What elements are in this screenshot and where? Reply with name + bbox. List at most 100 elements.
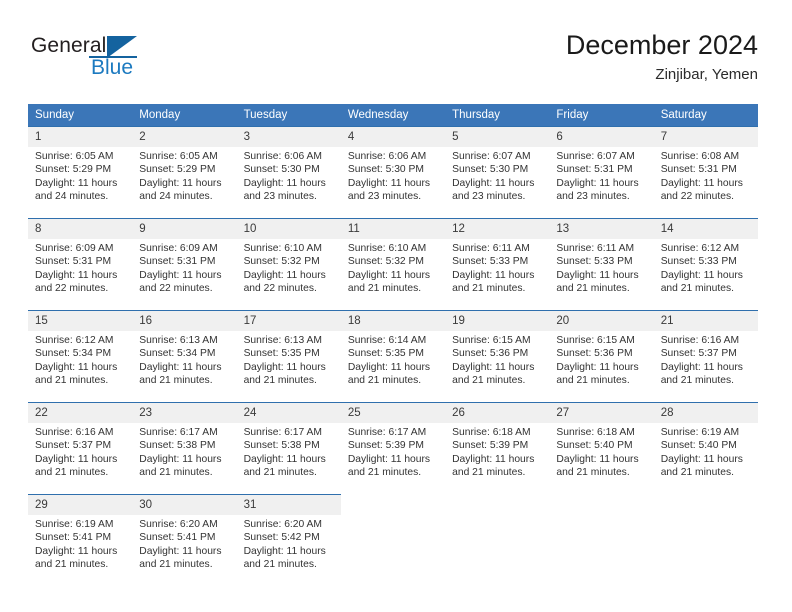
sunset-text: Sunset: 5:30 PM [347,164,424,176]
calendar-day-cell[interactable]: 10 Sunrise: 6:10 AM Sunset: 5:32 PM Dayligh… [236,218,341,304]
day-number: 22 [28,403,133,423]
calendar-day-cell[interactable]: 24 Sunrise: 6:17 AM Sunset: 5:38 PM Dayligh… [236,402,341,488]
day-sun-info: Sunrise: 6:16 AM Sunset: 5:37 PM Daylight:… [654,331,758,394]
day-cell-content: 19 Sunrise: 6:15 AM Sunset: 5:36 PM Dayligh… [445,310,550,396]
calendar-day-cell[interactable]: 26 Sunrise: 6:18 AM Sunset: 5:39 PM Dayligh… [445,402,550,488]
calendar-day-cell[interactable]: 15 Sunrise: 6:12 AM Sunset: 5:34 PM Dayligh… [28,310,133,396]
daylight-text: Daylight: 11 hours and 21 minutes. [35,453,118,479]
day-number: 8 [28,219,133,239]
calendar-day-cell[interactable]: 19 Sunrise: 6:15 AM Sunset: 5:36 PM Dayligh… [445,310,550,396]
sunset-text: Sunset: 5:29 PM [139,164,216,176]
calendar-day-cell[interactable]: 16 Sunrise: 6:13 AM Sunset: 5:34 PM Dayligh… [132,310,237,396]
daylight-text: Daylight: 11 hours and 21 minutes. [139,361,222,387]
day-sun-info: Sunrise: 6:06 AM Sunset: 5:30 PM Daylight:… [341,147,445,210]
calendar-day-cell[interactable]: 9 Sunrise: 6:09 AM Sunset: 5:31 PM Daylight… [132,218,237,304]
day-sun-info: Sunrise: 6:10 AM Sunset: 5:32 PM Daylight:… [237,239,341,302]
day-number: 16 [132,311,237,331]
calendar-day-cell[interactable]: 30 Sunrise: 6:20 AM Sunset: 5:41 PM Dayligh… [132,494,237,580]
daylight-text: Daylight: 11 hours and 21 minutes. [139,453,222,479]
sunset-text: Sunset: 5:36 PM [556,348,633,360]
sunrise-text: Sunrise: 6:11 AM [556,243,635,254]
calendar-day-cell[interactable]: 6 Sunrise: 6:07 AM Sunset: 5:31 PM Daylight… [549,126,654,212]
calendar-day-cell[interactable]: 2 Sunrise: 6:05 AM Sunset: 5:29 PM Daylight… [132,126,237,212]
calendar-day-cell[interactable]: 14 Sunrise: 6:12 AM Sunset: 5:33 PM Dayligh… [653,218,758,304]
day-cell-content: 9 Sunrise: 6:09 AM Sunset: 5:31 PM Daylight… [132,218,237,304]
calendar-week-row: 1 Sunrise: 6:05 AM Sunset: 5:29 PM Daylight… [28,126,758,212]
calendar-day-cell[interactable]: 13 Sunrise: 6:11 AM Sunset: 5:33 PM Dayligh… [549,218,654,304]
calendar-day-cell[interactable]: 4 Sunrise: 6:06 AM Sunset: 5:30 PM Daylight… [340,126,446,212]
day-number: 28 [653,403,758,423]
sunrise-text: Sunrise: 6:13 AM [243,335,322,346]
sunset-text: Sunset: 5:33 PM [660,256,737,268]
day-sun-info: Sunrise: 6:12 AM Sunset: 5:33 PM Daylight:… [654,239,758,302]
day-cell-content: 26 Sunrise: 6:18 AM Sunset: 5:39 PM Dayligh… [445,402,550,488]
calendar-week-row: 22 Sunrise: 6:16 AM Sunset: 5:37 PM Dayligh… [28,402,758,488]
calendar-week-row: 8 Sunrise: 6:09 AM Sunset: 5:31 PM Daylight… [28,218,758,304]
calendar-day-cell[interactable]: 21 Sunrise: 6:16 AM Sunset: 5:37 PM Dayligh… [653,310,758,396]
day-cell-content: 7 Sunrise: 6:08 AM Sunset: 5:31 PM Daylight… [653,126,758,212]
daylight-text: Daylight: 11 hours and 21 minutes. [556,453,639,479]
page-header: General Blue December 2024 Zinjibar, Yem… [28,28,758,90]
day-number: 23 [132,403,237,423]
day-cell-content: 2 Sunrise: 6:05 AM Sunset: 5:29 PM Daylight… [132,126,237,212]
day-number: 31 [236,495,341,515]
calendar-day-cell[interactable]: 22 Sunrise: 6:16 AM Sunset: 5:37 PM Dayligh… [28,402,133,488]
day-cell-empty [445,494,549,579]
day-sun-info: Sunrise: 6:19 AM Sunset: 5:41 PM Daylight:… [28,515,132,578]
calendar-day-cell[interactable]: 11 Sunrise: 6:10 AM Sunset: 5:32 PM Dayligh… [340,218,446,304]
weekday-header-friday: Friday [549,104,654,126]
sunrise-text: Sunrise: 6:18 AM [452,427,531,438]
calendar-day-cell[interactable]: 29 Sunrise: 6:19 AM Sunset: 5:41 PM Dayligh… [28,494,133,580]
day-number: 4 [340,127,446,147]
calendar-day-cell[interactable]: 17 Sunrise: 6:13 AM Sunset: 5:35 PM Dayligh… [236,310,341,396]
page-subtitle-location: Zinjibar, Yemen [655,66,758,83]
day-number: 26 [445,403,550,423]
day-sun-info: Sunrise: 6:12 AM Sunset: 5:34 PM Daylight:… [28,331,132,394]
calendar-day-cell[interactable]: 31 Sunrise: 6:20 AM Sunset: 5:42 PM Dayligh… [236,494,341,580]
calendar-day-cell[interactable]: 18 Sunrise: 6:14 AM Sunset: 5:35 PM Dayligh… [340,310,446,396]
day-cell-content: 8 Sunrise: 6:09 AM Sunset: 5:31 PM Daylight… [28,218,133,304]
calendar-day-cell[interactable]: 5 Sunrise: 6:07 AM Sunset: 5:30 PM Daylight… [445,126,550,212]
day-sun-info: Sunrise: 6:14 AM Sunset: 5:35 PM Daylight:… [341,331,445,394]
daylight-text: Daylight: 11 hours and 21 minutes. [243,361,326,387]
calendar-day-cell[interactable]: 25 Sunrise: 6:17 AM Sunset: 5:39 PM Dayligh… [340,402,446,488]
sunrise-text: Sunrise: 6:17 AM [243,427,322,438]
sunrise-text: Sunrise: 6:19 AM [35,519,114,530]
sunset-text: Sunset: 5:35 PM [347,348,424,360]
day-cell-content: 10 Sunrise: 6:10 AM Sunset: 5:32 PM Dayligh… [236,218,341,304]
day-number: 30 [132,495,237,515]
day-sun-info: Sunrise: 6:17 AM Sunset: 5:38 PM Daylight:… [132,423,236,486]
brand-logo[interactable]: General Blue [31,34,211,90]
sunset-text: Sunset: 5:38 PM [243,440,320,452]
calendar-body: 1 Sunrise: 6:05 AM Sunset: 5:29 PM Daylight… [28,126,758,580]
day-cell-content: 18 Sunrise: 6:14 AM Sunset: 5:35 PM Dayligh… [340,310,446,396]
calendar-week-row: 15 Sunrise: 6:12 AM Sunset: 5:34 PM Dayligh… [28,310,758,396]
daylight-text: Daylight: 11 hours and 23 minutes. [556,177,639,203]
calendar-day-cell[interactable]: 28 Sunrise: 6:19 AM Sunset: 5:40 PM Dayligh… [653,402,758,488]
calendar-day-cell[interactable]: 8 Sunrise: 6:09 AM Sunset: 5:31 PM Daylight… [28,218,133,304]
daylight-text: Daylight: 11 hours and 21 minutes. [139,545,222,571]
calendar-day-cell [654,494,758,580]
sunset-text: Sunset: 5:35 PM [243,348,320,360]
weekday-header-wednesday: Wednesday [340,104,446,126]
calendar-day-cell[interactable]: 3 Sunrise: 6:06 AM Sunset: 5:30 PM Daylight… [236,126,341,212]
day-cell-content: 20 Sunrise: 6:15 AM Sunset: 5:36 PM Dayligh… [549,310,654,396]
calendar-day-cell[interactable]: 27 Sunrise: 6:18 AM Sunset: 5:40 PM Dayligh… [549,402,654,488]
calendar-day-cell[interactable]: 20 Sunrise: 6:15 AM Sunset: 5:36 PM Dayligh… [549,310,654,396]
day-sun-info: Sunrise: 6:08 AM Sunset: 5:31 PM Daylight:… [654,147,758,210]
sunrise-text: Sunrise: 6:18 AM [556,427,635,438]
sunrise-text: Sunrise: 6:10 AM [243,243,322,254]
brand-name-general: General [31,34,107,57]
calendar-day-cell[interactable]: 23 Sunrise: 6:17 AM Sunset: 5:38 PM Dayligh… [132,402,237,488]
calendar-day-cell[interactable]: 1 Sunrise: 6:05 AM Sunset: 5:29 PM Daylight… [28,126,133,212]
day-cell-content: 12 Sunrise: 6:11 AM Sunset: 5:33 PM Dayligh… [445,218,550,304]
calendar-week-row: 29 Sunrise: 6:19 AM Sunset: 5:41 PM Dayligh… [28,494,758,580]
calendar-day-cell[interactable]: 7 Sunrise: 6:08 AM Sunset: 5:31 PM Daylight… [653,126,758,212]
weekday-header-row: Sunday Monday Tuesday Wednesday Thursday… [28,104,758,126]
daylight-text: Daylight: 11 hours and 21 minutes. [556,269,639,295]
day-sun-info: Sunrise: 6:16 AM Sunset: 5:37 PM Daylight:… [28,423,132,486]
calendar-day-cell[interactable]: 12 Sunrise: 6:11 AM Sunset: 5:33 PM Dayligh… [445,218,550,304]
day-sun-info: Sunrise: 6:05 AM Sunset: 5:29 PM Daylight:… [132,147,236,210]
day-cell-content: 17 Sunrise: 6:13 AM Sunset: 5:35 PM Dayligh… [236,310,341,396]
sunset-text: Sunset: 5:36 PM [452,348,529,360]
